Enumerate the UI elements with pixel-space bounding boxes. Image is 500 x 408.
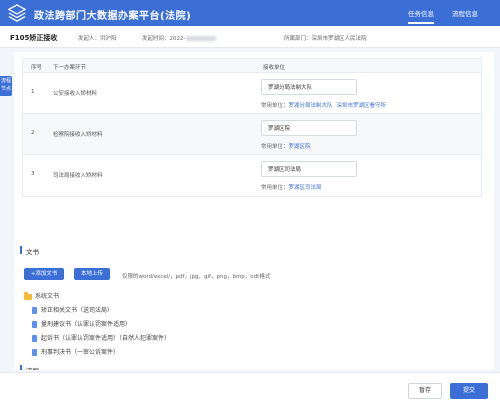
add-document-button[interactable]: +添加文书 [24,268,64,280]
receiving-unit-input[interactable] [261,79,357,95]
file-icon [32,349,37,356]
redacted-time [186,36,217,41]
system-docs-folder[interactable]: 系统文书 [24,291,59,300]
document-item[interactable]: 量刑建议书（认罪认罚案件适用） [32,319,131,328]
document-label: 量刑建议书（认罪认罚案件适用） [41,321,132,328]
row-step: 司法局接收入矫材料 [53,173,103,179]
documents-section-title: 文书 [20,246,39,256]
table-row: 2 检察院接收入矫材料 常用单位：罗湖区院 [23,114,481,155]
next-step-table: 序号 下一办案环节 接收单位 1 公安接收入矫材料 常用单位：罗湖分局法制大队深… [22,58,482,197]
receiving-unit-input[interactable] [261,120,357,136]
case-info-bar: F105矫正接收 发起人：洪沪阳 发起时间：2022- 所属部门：深圳市罗湖区人… [0,26,500,48]
file-icon [32,307,37,314]
common-units: 常用单位：罗湖区司法局 [261,183,326,191]
header-step: 下一办案环节 [53,65,87,71]
initiator: 发起人：洪沪阳 [78,36,117,42]
file-icon [32,335,37,342]
table-row: 3 司法局接收入矫材料 常用单位：罗湖区司法局 [23,155,481,196]
document-label: 刑事判决书（一审公诉案件） [41,349,120,356]
document-label: 矫正相关文书（送司法局） [41,307,114,314]
row-num: 2 [31,130,35,136]
document-item[interactable]: 刑事判决书（一审公诉案件） [32,347,119,356]
row-step: 公安接收入矫材料 [53,91,98,97]
local-upload-button[interactable]: 本地上传 [74,268,110,280]
common-unit-link[interactable]: 深圳市罗湖区看守所 [337,103,387,109]
submit-button[interactable]: 提交 [450,383,488,399]
common-unit-link[interactable]: 罗湖区司法局 [289,185,322,191]
initiation-time-text: 发起时间：2022- [142,36,186,42]
table-header: 序号 下一办案环节 接收单位 [23,59,481,73]
folder-label: 系统文书 [35,293,60,300]
upload-format-hint: 仅限的word/excel/，pdf，jpg，gif，png，bmp，odt格式 [122,274,271,280]
flow-section-title: 流程 [20,365,39,370]
common-label: 常用单位： [261,144,289,150]
common-units: 常用单位：罗湖区院 [261,142,315,150]
table-row: 1 公安接收入矫材料 常用单位：罗湖分局法制大队深圳市罗湖区看守所 [23,73,481,114]
document-item[interactable]: 矫正相关文书（送司法局） [32,305,113,314]
save-draft-button[interactable]: 暂存 [408,383,442,399]
case-title: F105矫正接收 [10,34,58,42]
common-label: 常用单位： [261,103,289,109]
row-num: 1 [31,89,35,95]
folder-icon [24,292,32,300]
common-unit-link[interactable]: 罗湖分局法制大队 [289,103,333,109]
receiving-unit-input[interactable] [261,161,357,177]
initiation-time: 发起时间：2022- [142,34,217,42]
logo-icon [8,4,26,22]
common-unit-link[interactable]: 罗湖区院 [289,144,311,150]
action-footer: 暂存 提交 [0,372,500,408]
main-content: 序号 下一办案环节 接收单位 1 公安接收入矫材料 常用单位：罗湖分局法制大队深… [14,52,494,370]
common-units: 常用单位：罗湖分局法制大队 深圳市罗湖区看守所 [261,101,390,109]
header-unit: 接收单位 [263,65,286,71]
app-header: 政法跨部门大数据办案平台(法院) 任务信息 流程信息 [0,0,500,26]
nav-flow-info[interactable]: 流程信息 [452,8,478,18]
row-num: 3 [31,171,35,177]
header-num: 序号 [31,65,43,71]
app-title: 政法跨部门大数据办案平台(法院) [34,11,192,22]
row-step: 检察院接收入矫材料 [53,132,103,138]
common-label: 常用单位： [261,185,289,191]
flow-node-tab[interactable]: 流程节点 [0,76,12,96]
document-label: 起诉书（认罪认罚案件适用）（自然人犯罪案件） [41,335,171,342]
nav-task-info[interactable]: 任务信息 [408,8,434,24]
file-icon [32,321,37,328]
department: 所属部门：深圳市罗湖区人民法院 [284,36,367,42]
document-item[interactable]: 起诉书（认罪认罚案件适用）（自然人犯罪案件） [32,333,170,342]
